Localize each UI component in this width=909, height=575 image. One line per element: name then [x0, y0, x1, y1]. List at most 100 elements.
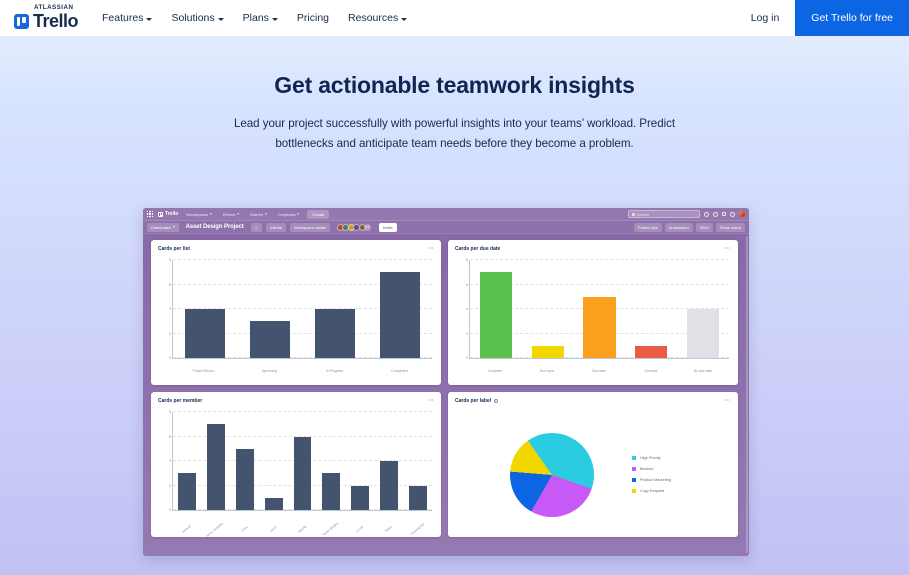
bar-column — [403, 412, 432, 510]
get-trello-free-button[interactable]: Get Trello for free — [795, 0, 909, 36]
bar[interactable] — [293, 436, 312, 510]
bar[interactable] — [178, 473, 197, 510]
bar[interactable] — [322, 473, 341, 510]
menu-workspaces-label: Workspaces — [186, 211, 209, 217]
app-trello-logo[interactable]: Trello — [157, 211, 178, 217]
nav-item-plans[interactable]: Plans — [243, 12, 278, 24]
chevron-down-icon — [217, 17, 224, 21]
x-axis-labels: Samuel Anna Vangelis... Chris Henri Nikolla T… — [172, 520, 432, 538]
workspace-label: Dashboard — [151, 224, 171, 230]
bar[interactable] — [185, 309, 226, 358]
panel-overflow-menu-icon[interactable]: ⋯ — [428, 398, 434, 404]
chevron-down-icon — [264, 213, 267, 215]
nav-item-solutions[interactable]: Solutions — [171, 12, 224, 24]
nav-item-pricing[interactable]: Pricing — [297, 12, 329, 24]
nav-item-resources[interactable]: Resources — [348, 12, 408, 24]
panel-cards-per-member: Cards per member ⋯ 0 2 4 6 8 Samuel Anna Vang… — [151, 392, 441, 538]
panel-overflow-menu-icon[interactable]: ⋯ — [428, 246, 434, 252]
avatar[interactable] — [739, 211, 745, 217]
bar-column — [173, 260, 238, 358]
board-header-bar: Dashboard Asset Design Project ☆ Infinit… — [143, 221, 749, 234]
bar[interactable] — [531, 345, 564, 358]
bar[interactable] — [687, 309, 720, 358]
x-axis-tick: Upcoming — [261, 369, 278, 373]
x-axis-tick: Samuel — [181, 523, 192, 535]
info-icon[interactable]: i — [493, 399, 498, 403]
jira-integration-button[interactable]: Infinite — [266, 222, 286, 232]
board-title[interactable]: Asset Design Project — [183, 224, 247, 230]
legend-swatch — [632, 467, 636, 471]
bar-column — [259, 412, 288, 510]
legend-item[interactable]: Product Marketing — [632, 478, 671, 482]
bar[interactable] — [379, 461, 398, 510]
legend-label: High Priority — [640, 456, 661, 460]
create-button[interactable]: Create — [307, 209, 330, 219]
filter-button[interactable]: Filter — [695, 222, 713, 232]
apps-icon[interactable] — [721, 211, 726, 217]
panel-overflow-menu-icon[interactable]: ⋯ — [725, 246, 731, 252]
visibility-button[interactable]: Workspace visible — [290, 222, 331, 232]
bar-column — [238, 260, 303, 358]
x-axis-tick: Chris — [240, 525, 249, 533]
legend-swatch — [632, 478, 636, 482]
legend-item[interactable]: Copy Request — [632, 489, 671, 493]
menu-templates[interactable]: Templates — [275, 210, 303, 218]
notifications-bell-icon[interactable] — [712, 211, 718, 217]
scrollbar[interactable] — [746, 236, 748, 553]
member-avatars: +1 — [336, 223, 372, 231]
menu-workspaces[interactable]: Workspaces — [183, 210, 214, 218]
legend-item[interactable]: High Priority — [632, 456, 671, 460]
bar[interactable] — [264, 497, 283, 510]
avatar-overflow-count[interactable]: +1 — [364, 223, 372, 231]
nav-item-features[interactable]: Features — [102, 12, 153, 24]
nav-item-resources-label: Resources — [348, 12, 399, 24]
workspace-selector[interactable]: Dashboard — [147, 222, 179, 232]
invite-button[interactable]: Invite — [379, 222, 397, 232]
trello-logo-icon — [157, 211, 163, 217]
bar[interactable] — [379, 272, 420, 358]
bar-column — [231, 412, 260, 510]
bar[interactable] — [351, 485, 369, 510]
invite-label: Invite — [383, 224, 393, 230]
bar[interactable] — [314, 309, 355, 358]
info-icon[interactable] — [703, 211, 709, 217]
bar-series — [173, 260, 432, 358]
y-axis-tick: 6 — [466, 282, 468, 287]
x-axis-tick: Due soon — [539, 369, 555, 373]
menu-recent[interactable]: Recent — [220, 210, 242, 218]
y-axis-tick: 8 — [169, 410, 171, 414]
login-link[interactable]: Log in — [735, 12, 796, 24]
y-axis-tick: 4 — [466, 307, 468, 311]
search-input[interactable]: Search — [627, 210, 700, 218]
bar[interactable] — [479, 272, 512, 358]
close-icon[interactable]: ✕ — [731, 236, 735, 242]
legend-item[interactable]: Blocked — [632, 467, 671, 471]
bar-column — [625, 260, 677, 358]
show-menu-button[interactable]: Show menu — [715, 222, 745, 232]
bar[interactable] — [408, 485, 427, 510]
hero-description: Lead your project successfully with powe… — [233, 117, 676, 150]
board-header-actions: Power-Ups Automation Filter Show menu — [633, 222, 745, 232]
bar[interactable] — [236, 448, 254, 510]
chevron-down-icon — [401, 17, 408, 21]
y-axis-tick: 2 — [466, 331, 468, 336]
y-axis-tick: 6 — [169, 282, 171, 287]
bar-column — [470, 260, 522, 358]
x-axis-tick: Overdue — [644, 369, 658, 373]
bar[interactable] — [207, 424, 226, 510]
menu-starred[interactable]: Starred — [247, 210, 270, 218]
bar[interactable] — [250, 321, 291, 358]
star-icon[interactable]: ☆ — [250, 222, 263, 232]
bar[interactable] — [635, 345, 668, 358]
gear-icon[interactable] — [730, 211, 735, 217]
automation-button[interactable]: Automation — [664, 222, 693, 232]
bar-column — [574, 260, 626, 358]
panel-overflow-menu-icon[interactable]: ⋯ — [725, 398, 731, 404]
bar-column — [346, 412, 375, 510]
app-top-bar: Trello Workspaces Recent Starred Templat… — [143, 208, 749, 221]
nav-links: Features Solutions Plans Pricing Resourc… — [102, 12, 408, 24]
app-switcher-icon[interactable] — [147, 211, 153, 217]
trello-logo[interactable]: ATLASSIAN Trello — [14, 4, 79, 32]
bar[interactable] — [583, 296, 616, 358]
power-ups-button[interactable]: Power-Ups — [633, 222, 662, 232]
